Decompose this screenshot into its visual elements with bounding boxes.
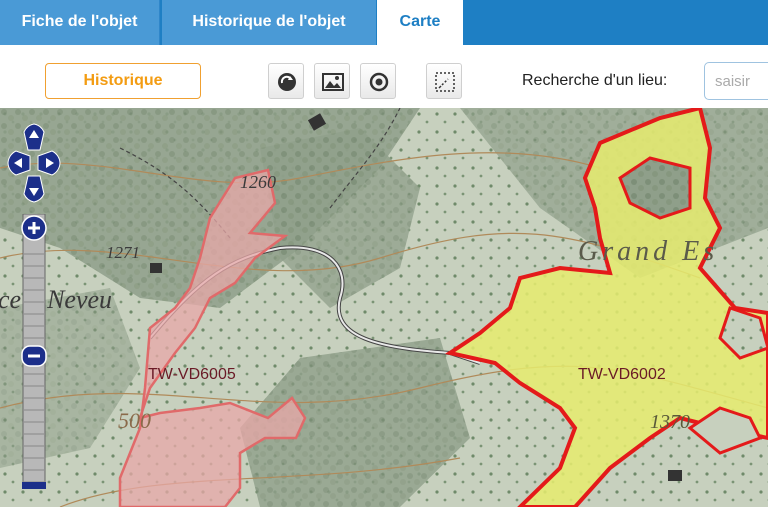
refresh-button[interactable] [268,63,304,99]
search-label: Recherche d'un lieu: [522,72,668,89]
object-label-TW-VD6002[interactable]: TW-VD6002 [578,366,666,384]
zoom-in-button[interactable] [21,215,47,241]
object-label-TW-VD6005[interactable]: TW-VD6005 [148,366,236,384]
tab-historique-objet[interactable]: Historique de l'objet [162,0,376,45]
tab-carte[interactable]: Carte [377,0,463,45]
locate-icon [369,72,389,92]
map-view[interactable]: 1260 1271 ce à Neveu 500 1370 Grand Es T… [0,108,768,507]
map-text-500: 500 [118,408,151,433]
map-text-grand: Grand Es [578,236,718,267]
tab-bar: Fiche de l'objet Historique de l'objet C… [0,0,768,45]
image-button[interactable] [314,63,350,99]
tab-fiche-objet[interactable]: Fiche de l'objet [0,0,160,45]
map-base-layer: 1260 1271 ce à Neveu 500 1370 Grand Es [0,108,768,507]
map-text-1260: 1260 [240,172,276,192]
map-text-1271: 1271 [106,243,140,262]
select-area-icon [435,72,455,92]
map-text-1370: 1370 [650,411,690,433]
map-text-neveu: ce à Neveu [0,285,112,314]
search-input[interactable] [704,62,768,100]
zoom-control [21,214,47,489]
image-icon [322,73,344,91]
zoom-out-button[interactable] [22,482,46,489]
refresh-icon [278,73,296,91]
zoom-level-slider[interactable] [21,345,47,367]
map-toolbar: Historique Recherche d'un lieu: [0,45,768,108]
locate-button[interactable] [360,63,396,99]
select-area-button[interactable] [426,63,462,99]
historique-button[interactable]: Historique [45,63,201,99]
pan-control [7,123,61,203]
